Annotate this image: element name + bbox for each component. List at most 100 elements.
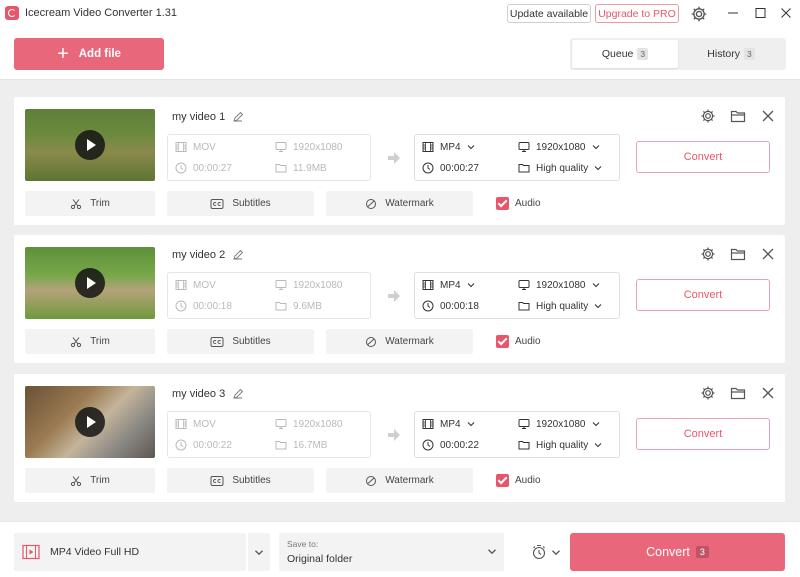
convert-button[interactable]: Convert [636, 418, 770, 450]
video-thumbnail[interactable] [25, 386, 155, 458]
monitor-icon [518, 418, 530, 430]
audio-label: Audio [515, 336, 541, 347]
play-icon[interactable] [75, 407, 105, 437]
close-icon[interactable] [760, 246, 776, 262]
close-icon[interactable] [760, 108, 776, 124]
video-thumbnail[interactable] [25, 247, 155, 319]
arrow-right-icon [386, 150, 402, 166]
watermark-button[interactable]: Watermark [326, 191, 473, 216]
settings-icon[interactable] [700, 108, 716, 124]
tab-queue[interactable]: Queue 3 [572, 40, 678, 68]
chevron-down-icon [487, 548, 497, 555]
convert-button[interactable]: Convert [636, 141, 770, 173]
watermark-button[interactable]: Watermark [326, 329, 473, 354]
update-available-button[interactable]: Update available [507, 4, 591, 23]
convert-all-button[interactable]: Convert 3 [570, 533, 785, 571]
upgrade-pro-button[interactable]: Upgrade to PRO [595, 4, 679, 23]
output-resolution-select[interactable]: 1920x1080 [518, 418, 600, 430]
settings-icon[interactable] [690, 5, 708, 23]
output-format-select[interactable]: MP4 [422, 141, 475, 153]
trim-button[interactable]: Trim [25, 329, 155, 354]
subtitles-button[interactable]: Subtitles [167, 329, 314, 354]
output-quality-select[interactable]: High quality [518, 439, 602, 451]
minimize-icon[interactable] [722, 4, 744, 22]
source-format: MOV [175, 418, 216, 430]
source-duration: 00:00:27 [175, 162, 232, 174]
video-card: my video 3 MOV 1920x1080 00:00:22 16.7MB… [14, 374, 785, 502]
trim-label: Trim [90, 475, 110, 486]
save-to-label: Save to: [287, 539, 319, 549]
preset-select[interactable]: MP4 Video Full HD [14, 533, 246, 571]
source-duration: 00:00:22 [175, 439, 232, 451]
output-settings: MP4 1920x1080 00:00:18 High quality [414, 272, 620, 319]
add-file-button[interactable]: + Add file [14, 38, 164, 70]
convert-all-label: Convert [646, 545, 690, 559]
chevron-down-icon[interactable] [551, 549, 561, 556]
chevron-down-icon [592, 282, 600, 288]
folder-icon[interactable] [730, 246, 746, 262]
video-name: my video 2 [172, 249, 226, 261]
subtitles-button[interactable]: Subtitles [167, 191, 314, 216]
watermark-label: Watermark [385, 336, 434, 347]
output-format-select[interactable]: MP4 [422, 279, 475, 291]
monitor-icon [275, 141, 287, 153]
save-to-select[interactable]: Save to: Original folder [279, 533, 504, 571]
source-resolution: 1920x1080 [275, 418, 343, 430]
timer-icon[interactable] [531, 544, 547, 560]
video-thumbnail[interactable] [25, 109, 155, 181]
output-duration: 00:00:18 [422, 300, 479, 312]
output-format-select[interactable]: MP4 [422, 418, 475, 430]
chevron-down-icon [592, 144, 600, 150]
watermark-button[interactable]: Watermark [326, 468, 473, 493]
edit-icon[interactable] [232, 249, 244, 261]
folder-icon [275, 300, 287, 312]
app-logo [5, 6, 19, 20]
output-quality-select[interactable]: High quality [518, 162, 602, 174]
video-card: my video 1 MOV 1920x1080 00:00:27 11.9MB… [14, 97, 785, 225]
source-size: 11.9MB [275, 162, 327, 174]
audio-toggle[interactable]: Audio [496, 474, 541, 487]
trim-button[interactable]: Trim [25, 468, 155, 493]
video-name: my video 3 [172, 388, 226, 400]
audio-checkbox[interactable] [496, 474, 509, 487]
arrow-right-icon [386, 288, 402, 304]
output-settings: MP4 1920x1080 00:00:22 High quality [414, 411, 620, 458]
tab-history[interactable]: History 3 [678, 40, 784, 68]
trim-button[interactable]: Trim [25, 191, 155, 216]
source-info: MOV 1920x1080 00:00:27 11.9MB [167, 134, 371, 181]
settings-icon[interactable] [700, 385, 716, 401]
audio-toggle[interactable]: Audio [496, 197, 541, 210]
queue-count-badge: 3 [637, 48, 649, 60]
audio-toggle[interactable]: Audio [496, 335, 541, 348]
subtitles-button[interactable]: Subtitles [167, 468, 314, 493]
output-resolution-select[interactable]: 1920x1080 [518, 141, 600, 153]
source-size: 9.6MB [275, 300, 322, 312]
edit-icon[interactable] [232, 111, 244, 123]
plus-icon: + [57, 43, 69, 65]
folder-icon[interactable] [730, 385, 746, 401]
subtitles-label: Subtitles [232, 336, 271, 347]
play-icon[interactable] [75, 130, 105, 160]
film-icon [175, 418, 187, 430]
output-resolution-select[interactable]: 1920x1080 [518, 279, 600, 291]
play-icon[interactable] [75, 268, 105, 298]
scissors-icon [70, 198, 82, 210]
output-quality-select[interactable]: High quality [518, 300, 602, 312]
preset-dropdown[interactable] [248, 533, 270, 571]
close-icon[interactable] [760, 385, 776, 401]
audio-label: Audio [515, 198, 541, 209]
source-size: 16.7MB [275, 439, 327, 451]
monitor-icon [275, 279, 287, 291]
save-to-value: Original folder [287, 553, 353, 565]
folder-icon[interactable] [730, 108, 746, 124]
audio-checkbox[interactable] [496, 335, 509, 348]
close-icon[interactable] [775, 4, 797, 22]
tab-history-label: History [707, 48, 740, 60]
settings-icon[interactable] [700, 246, 716, 262]
video-name: my video 1 [172, 111, 226, 123]
watermark-icon [365, 475, 377, 487]
maximize-icon[interactable] [749, 4, 771, 22]
convert-button[interactable]: Convert [636, 279, 770, 311]
edit-icon[interactable] [232, 388, 244, 400]
audio-checkbox[interactable] [496, 197, 509, 210]
